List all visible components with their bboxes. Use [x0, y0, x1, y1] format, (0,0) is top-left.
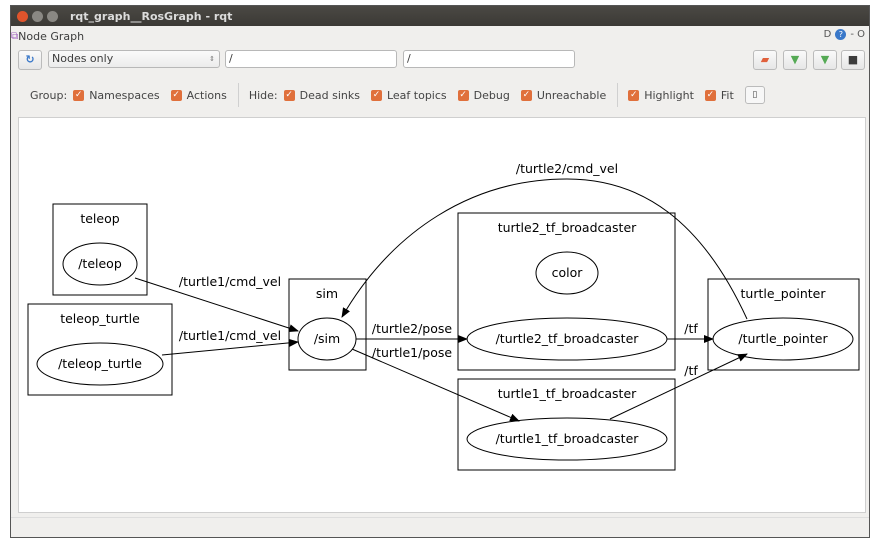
dead-sinks-label: Dead sinks: [299, 88, 360, 102]
cluster-label: turtle2_tf_broadcaster: [498, 220, 637, 235]
actions-checkbox[interactable]: ✓ Actions: [170, 88, 227, 102]
topic-filter-input[interactable]: /: [403, 50, 575, 68]
plugin-header: ⧉ Node Graph D ? - O: [11, 26, 869, 46]
fit-checkbox[interactable]: ✓ Fit: [704, 88, 734, 102]
node-label: /teleop_turtle: [58, 356, 142, 371]
debug-checkbox[interactable]: ✓ Debug: [457, 88, 510, 102]
highlight-label: Highlight: [644, 88, 694, 102]
checkbox-checked-icon: ✓: [704, 89, 716, 101]
image-icon: ■: [847, 53, 859, 66]
close-button[interactable]: [17, 10, 28, 22]
graph-mode-value: Nodes only: [52, 52, 114, 65]
node-label: /turtle1_tf_broadcaster: [496, 431, 640, 446]
save-image-button[interactable]: ■: [841, 50, 865, 70]
plugin-icon: ⧉: [11, 30, 19, 42]
edge-label: /turtle1/cmd_vel: [179, 274, 281, 289]
fit-in-view-button[interactable]: ▯: [744, 86, 765, 104]
edge-label: /tf: [684, 321, 698, 336]
plugin-title: Node Graph: [18, 29, 85, 43]
graph-canvas[interactable]: teleop teleop_turtle sim turtle2_tf_broa…: [18, 117, 866, 513]
dead-sinks-checkbox[interactable]: ✓ Dead sinks: [283, 88, 360, 102]
refresh-button[interactable]: ↻: [18, 50, 42, 70]
checkbox-checked-icon: ✓: [457, 89, 469, 101]
node-label: /turtle2_tf_broadcaster: [496, 331, 640, 346]
namespace-filter-input[interactable]: /: [225, 50, 397, 68]
save-svg-button[interactable]: ▼: [813, 50, 837, 70]
edge-label: /turtle2/cmd_vel: [516, 161, 618, 176]
checkbox-checked-icon: ✓: [283, 89, 295, 101]
namespaces-label: Namespaces: [89, 88, 160, 102]
title-bar: rqt_graph__RosGraph - rqt: [11, 6, 869, 26]
divider: [617, 83, 619, 107]
status-bar: [11, 517, 869, 537]
highlight-checkbox[interactable]: ✓ Highlight: [628, 89, 694, 102]
cluster-label: turtle_pointer: [741, 286, 827, 301]
load-dot-button[interactable]: ▰: [753, 50, 777, 70]
edge-label: /turtle1/pose: [372, 345, 452, 360]
maximize-button[interactable]: [47, 10, 58, 22]
save-icon: ▼: [820, 53, 830, 66]
node-label: /turtle_pointer: [738, 331, 828, 346]
node-label: color: [552, 265, 584, 280]
graph-mode-select[interactable]: Nodes only ⇕: [48, 50, 220, 68]
minimize-button[interactable]: [32, 10, 43, 22]
edge-pointer-sim[interactable]: [341, 178, 748, 320]
unreachable-checkbox[interactable]: ✓ Unreachable: [520, 88, 607, 102]
edge-label: /turtle1/cmd_vel: [179, 328, 281, 343]
cluster-label: teleop: [80, 211, 119, 226]
checkbox-checked-icon: ✓: [520, 89, 532, 101]
hide-label: Hide:: [248, 88, 278, 102]
checkbox-checked-icon: ✓: [170, 89, 182, 101]
refresh-icon: ↻: [25, 53, 35, 66]
help-icon[interactable]: ?: [835, 29, 847, 40]
save-dot-button[interactable]: ▼: [783, 50, 807, 70]
cluster-label: turtle1_tf_broadcaster: [498, 386, 637, 401]
folder-icon: ▰: [760, 53, 770, 66]
save-icon: ▼: [790, 53, 800, 66]
debug-label: Debug: [473, 88, 510, 102]
rqt-window: rqt_graph__RosGraph - rqt ⧉ Node Graph D…: [10, 5, 870, 538]
namespaces-checkbox[interactable]: ✓ Namespaces: [73, 88, 160, 102]
ros-graph: teleop teleop_turtle sim turtle2_tf_broa…: [27, 161, 860, 471]
cluster-label: sim: [316, 286, 338, 301]
actions-label: Actions: [186, 88, 227, 102]
fit-label: Fit: [720, 88, 734, 102]
close-plugin-button[interactable]: - O: [850, 29, 865, 40]
checkbox-checked-icon: ✓: [628, 89, 640, 101]
cluster-label: teleop_turtle: [60, 311, 140, 326]
group-label: Group:: [30, 88, 68, 102]
edge-label: /tf: [684, 363, 698, 378]
cluster-turtle2-tf: [457, 212, 676, 371]
checkbox-checked-icon: ✓: [73, 89, 85, 101]
dock-button[interactable]: D: [824, 29, 832, 40]
window-title: rqt_graph__RosGraph - rqt: [70, 9, 233, 23]
spin-arrows-icon: ⇕: [209, 55, 215, 63]
divider: [237, 83, 239, 107]
unreachable-label: Unreachable: [536, 88, 607, 102]
node-label: /sim: [314, 331, 340, 346]
checkbox-checked-icon: ✓: [370, 89, 382, 101]
leaf-topics-checkbox[interactable]: ✓ Leaf topics: [370, 88, 447, 102]
leaf-topics-label: Leaf topics: [386, 88, 447, 102]
node-label: /teleop: [78, 256, 122, 271]
edge-teleop-turtle-sim[interactable]: [161, 338, 299, 356]
edge-label: /turtle2/pose: [372, 321, 452, 336]
fit-view-icon: ▯: [752, 90, 758, 100]
